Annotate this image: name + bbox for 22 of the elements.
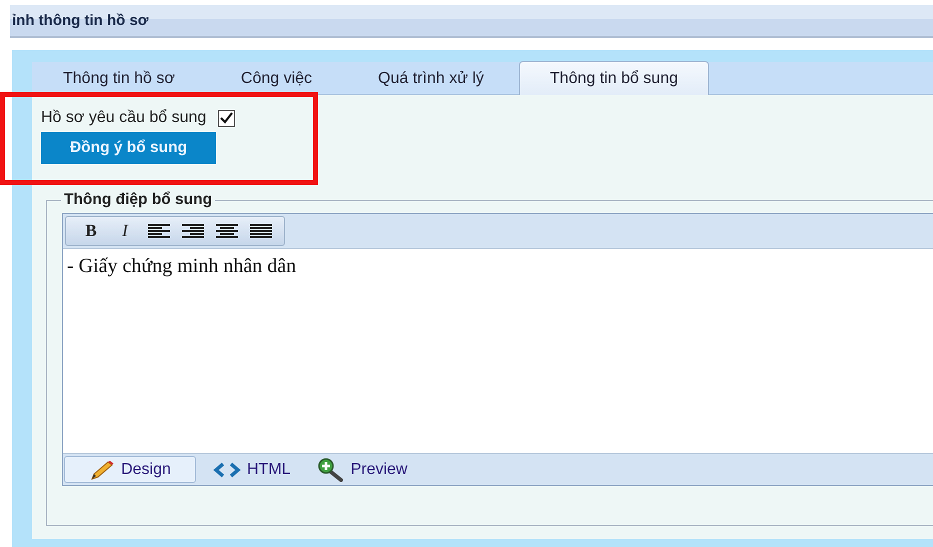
align-center-icon bbox=[214, 223, 240, 239]
bold-button[interactable]: B bbox=[78, 220, 104, 242]
tab[interactable]: Thông tin bổ sung bbox=[518, 61, 709, 95]
code-brackets-icon bbox=[213, 462, 241, 478]
editor-text[interactable]: - Giấy chứng minh nhân dân bbox=[63, 249, 933, 453]
mode-tab[interactable]: Design bbox=[64, 456, 196, 483]
align-right-icon bbox=[180, 223, 206, 239]
mode-tab[interactable]: HTML bbox=[204, 456, 300, 483]
tab[interactable]: Quá trình xử lý bbox=[347, 62, 515, 94]
checkbox[interactable] bbox=[218, 110, 236, 126]
window-title: ỉnh thông tin hồ sơ bbox=[12, 12, 148, 29]
checkbox-label: Hồ sơ yêu cầu bổ sung bbox=[41, 109, 206, 127]
mode-tab[interactable]: Preview bbox=[308, 456, 416, 483]
tab[interactable]: Thông tin hồ sơ bbox=[32, 62, 206, 94]
zoom-in-icon bbox=[316, 458, 345, 482]
italic-button[interactable]: I bbox=[112, 220, 138, 242]
justify-icon bbox=[248, 223, 274, 239]
approve-button[interactable]: Đồng ý bổ sung bbox=[41, 132, 216, 164]
fieldset-legend: Thông điệp bổ sung bbox=[61, 191, 216, 209]
tab[interactable]: Công việc bbox=[210, 62, 344, 94]
align-left-icon bbox=[146, 223, 172, 239]
pencil-icon bbox=[89, 460, 116, 480]
